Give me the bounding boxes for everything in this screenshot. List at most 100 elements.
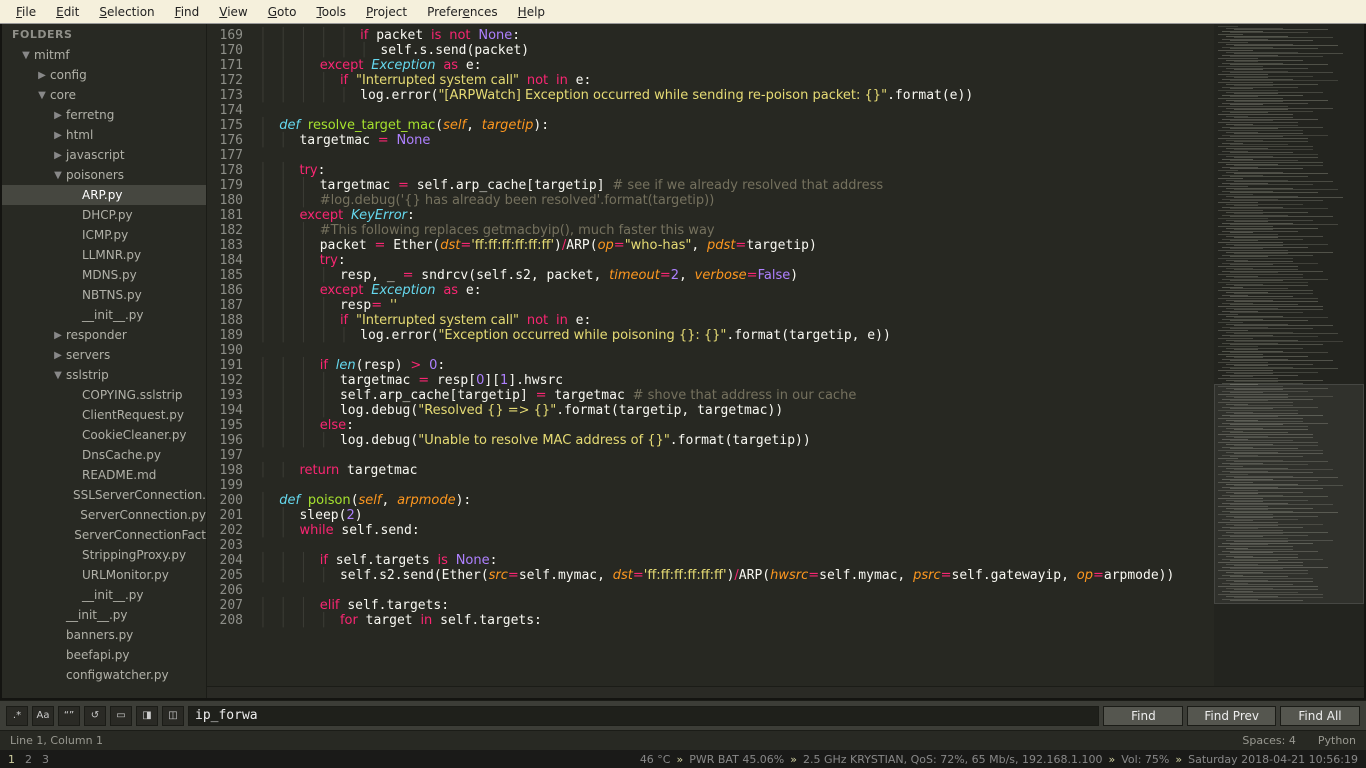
find-button[interactable]: Find: [1103, 706, 1183, 726]
file-beefapi-py[interactable]: beefapi.py: [2, 645, 206, 665]
tree-label: config: [50, 68, 87, 82]
sidebar-header: FOLDERS: [2, 24, 206, 45]
workspace-switcher[interactable]: 1 2 3: [8, 753, 49, 766]
folder-config[interactable]: ▶config: [2, 65, 206, 85]
file-icmp-py[interactable]: ICMP.py: [2, 225, 206, 245]
find-prev-button[interactable]: Find Prev: [1187, 706, 1276, 726]
menu-selection[interactable]: Selection: [89, 3, 164, 21]
bottom-bar: 1 2 3 46 °C» PWR BAT 45.06%» 2.5 GHz KRY…: [0, 750, 1366, 768]
tree-label: URLMonitor.py: [82, 568, 169, 582]
tree-label: responder: [66, 328, 127, 342]
file-arp-py[interactable]: ARP.py: [2, 185, 206, 205]
file-cookiecleaner-py[interactable]: CookieCleaner.py: [2, 425, 206, 445]
temperature: 46 °C: [640, 753, 671, 766]
menu-edit[interactable]: Edit: [46, 3, 89, 21]
folder-html[interactable]: ▶html: [2, 125, 206, 145]
file-readme-md[interactable]: README.md: [2, 465, 206, 485]
tree-label: poisoners: [66, 168, 124, 182]
file-serverconnectionfact[interactable]: ServerConnectionFact: [2, 525, 206, 545]
file-llmnr-py[interactable]: LLMNR.py: [2, 245, 206, 265]
file-urlmonitor-py[interactable]: URLMonitor.py: [2, 565, 206, 585]
datetime: Saturday 2018-04-21 10:56:19: [1188, 753, 1358, 766]
file-configwatcher-py[interactable]: configwatcher.py: [2, 665, 206, 685]
menu-help[interactable]: Help: [508, 3, 555, 21]
menu-file[interactable]: File: [6, 3, 46, 21]
folder-sslstrip[interactable]: ▼sslstrip: [2, 365, 206, 385]
file-__init__-py[interactable]: __init__.py: [2, 585, 206, 605]
indent-setting[interactable]: Spaces: 4: [1242, 734, 1295, 747]
tree-label: banners.py: [66, 628, 133, 642]
system-info: 46 °C» PWR BAT 45.06%» 2.5 GHz KRYSTIAN,…: [640, 753, 1358, 766]
tree-label: configwatcher.py: [66, 668, 169, 682]
file-serverconnection-py[interactable]: ServerConnection.py: [2, 505, 206, 525]
menu-goto[interactable]: Goto: [258, 3, 307, 21]
menu-preferences[interactable]: Preferences: [417, 3, 508, 21]
volume: Vol: 75%: [1121, 753, 1169, 766]
file-dhcp-py[interactable]: DHCP.py: [2, 205, 206, 225]
workspace-2[interactable]: 2: [25, 753, 32, 766]
find-input[interactable]: [188, 706, 1099, 726]
tree-label: __init__.py: [82, 308, 144, 322]
chevron-right-icon: ▶: [52, 130, 64, 141]
minimap[interactable]: [1214, 24, 1364, 686]
tree-label: __init__.py: [82, 588, 144, 602]
wrap-toggle[interactable]: ↺: [84, 706, 106, 726]
preserve-case-toggle[interactable]: ◫: [162, 706, 184, 726]
file-copying-sslstrip[interactable]: COPYING.sslstrip: [2, 385, 206, 405]
folder-ferretng[interactable]: ▶ferretng: [2, 105, 206, 125]
file-__init__-py[interactable]: __init__.py: [2, 305, 206, 325]
workspace-1[interactable]: 1: [8, 753, 15, 766]
folder-poisoners[interactable]: ▼poisoners: [2, 165, 206, 185]
in-selection-toggle[interactable]: ▭: [110, 706, 132, 726]
tree-label: CookieCleaner.py: [82, 428, 187, 442]
folder-javascript[interactable]: ▶javascript: [2, 145, 206, 165]
code-area[interactable]: 169 170 171 172 173 174 175 176 177 178 …: [207, 24, 1364, 686]
code-content[interactable]: │ │ │ │ │ if packet is not None: │ │ │ │…: [253, 24, 1214, 686]
tree-label: javascript: [66, 148, 125, 162]
tree-label: ServerConnection.py: [80, 508, 206, 522]
file-mdns-py[interactable]: MDNS.py: [2, 265, 206, 285]
workspace-3[interactable]: 3: [42, 753, 49, 766]
menu-view[interactable]: View: [209, 3, 257, 21]
regex-toggle[interactable]: .*: [6, 706, 28, 726]
file-dnscache-py[interactable]: DnsCache.py: [2, 445, 206, 465]
file-clientrequest-py[interactable]: ClientRequest.py: [2, 405, 206, 425]
editor: 169 170 171 172 173 174 175 176 177 178 …: [207, 24, 1364, 698]
folder-core[interactable]: ▼core: [2, 85, 206, 105]
status-bar: Line 1, Column 1 Spaces: 4 Python: [0, 730, 1366, 750]
tree-label: core: [50, 88, 76, 102]
tree-label: mitmf: [34, 48, 70, 62]
case-toggle[interactable]: Aa: [32, 706, 54, 726]
highlight-toggle[interactable]: ◨: [136, 706, 158, 726]
folder-servers[interactable]: ▶servers: [2, 345, 206, 365]
chevron-down-icon: ▼: [52, 170, 64, 181]
file-nbtns-py[interactable]: NBTNS.py: [2, 285, 206, 305]
tree-label: NBTNS.py: [82, 288, 142, 302]
folder-mitmf[interactable]: ▼mitmf: [2, 45, 206, 65]
chevron-right-icon: ▶: [52, 110, 64, 121]
chevron-right-icon: ▶: [52, 350, 64, 361]
chevron-down-icon: ▼: [20, 50, 32, 61]
folder-responder[interactable]: ▶responder: [2, 325, 206, 345]
cpu-net: 2.5 GHz KRYSTIAN, QoS: 72%, 65 Mb/s, 192…: [803, 753, 1103, 766]
tree-label: __init__.py: [66, 608, 128, 622]
tree-label: LLMNR.py: [82, 248, 141, 262]
tree-label: ClientRequest.py: [82, 408, 184, 422]
menu-project[interactable]: Project: [356, 3, 417, 21]
syntax-setting[interactable]: Python: [1318, 734, 1356, 747]
file-banners-py[interactable]: banners.py: [2, 625, 206, 645]
battery: PWR BAT 45.06%: [689, 753, 784, 766]
chevron-right-icon: ▶: [36, 70, 48, 81]
file-strippingproxy-py[interactable]: StrippingProxy.py: [2, 545, 206, 565]
cursor-position: Line 1, Column 1: [10, 734, 103, 747]
find-all-button[interactable]: Find All: [1280, 706, 1360, 726]
horizontal-scrollbar[interactable]: [207, 686, 1364, 698]
menu-tools[interactable]: Tools: [306, 3, 356, 21]
tree-label: DHCP.py: [82, 208, 133, 222]
file-sslserverconnection-[interactable]: SSLServerConnection.: [2, 485, 206, 505]
menu-find[interactable]: Find: [165, 3, 210, 21]
file-__init__-py[interactable]: __init__.py: [2, 605, 206, 625]
tree-label: MDNS.py: [82, 268, 137, 282]
whole-word-toggle[interactable]: “”: [58, 706, 80, 726]
folder-tree[interactable]: ▼mitmf▶config▼core▶ferretng▶html▶javascr…: [2, 45, 206, 698]
